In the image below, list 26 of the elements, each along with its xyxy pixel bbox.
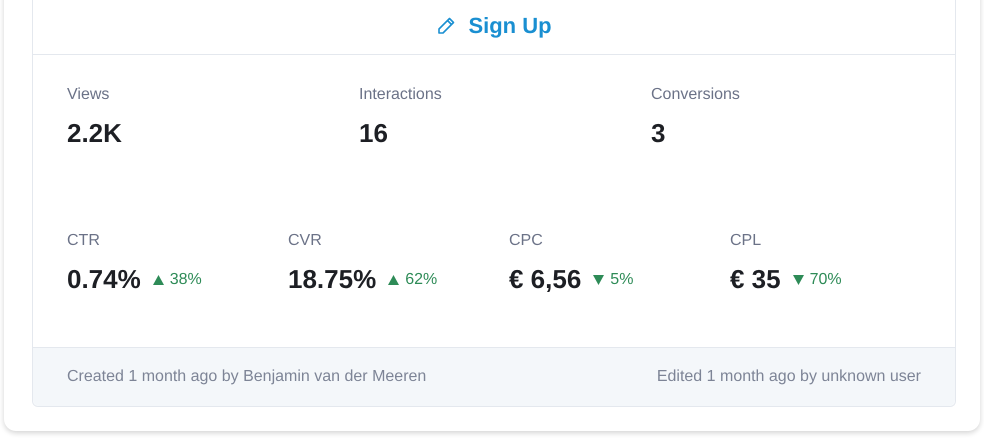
- metric-label: CTR: [67, 232, 101, 250]
- created-text: Created 1 month ago by Benjamin van der Meeren: [67, 368, 426, 386]
- down-triangle-icon: [593, 274, 604, 284]
- metric-value: 18.75%: [288, 264, 376, 295]
- metric-value: € 6,56: [509, 264, 582, 295]
- up-triangle-icon: [388, 274, 400, 284]
- stat-value: 3: [651, 118, 666, 149]
- stat-value: 2.2K: [67, 118, 123, 149]
- pencil-icon: [436, 16, 456, 36]
- metric-label: CVR: [288, 232, 323, 250]
- metric-label: CPL: [730, 232, 762, 250]
- change-percent: 38%: [170, 270, 202, 288]
- stat-label: Conversions: [651, 86, 741, 104]
- metric-value: € 35: [730, 264, 781, 295]
- change-percent: 5%: [610, 270, 634, 288]
- sign-up-link[interactable]: Sign Up: [436, 0, 552, 54]
- stat-label: Interactions: [359, 86, 443, 104]
- down-triangle-icon: [792, 274, 804, 284]
- edited-text: Edited 1 month ago by unknown user: [656, 368, 921, 386]
- change-percent: 70%: [810, 270, 842, 288]
- stat-label: Views: [67, 86, 110, 104]
- metric-value: 0.74%: [67, 264, 141, 295]
- change-percent: 62%: [405, 270, 438, 288]
- metric-label: CPC: [509, 232, 544, 250]
- stat-value: 16: [359, 118, 389, 149]
- up-triangle-icon: [152, 274, 164, 284]
